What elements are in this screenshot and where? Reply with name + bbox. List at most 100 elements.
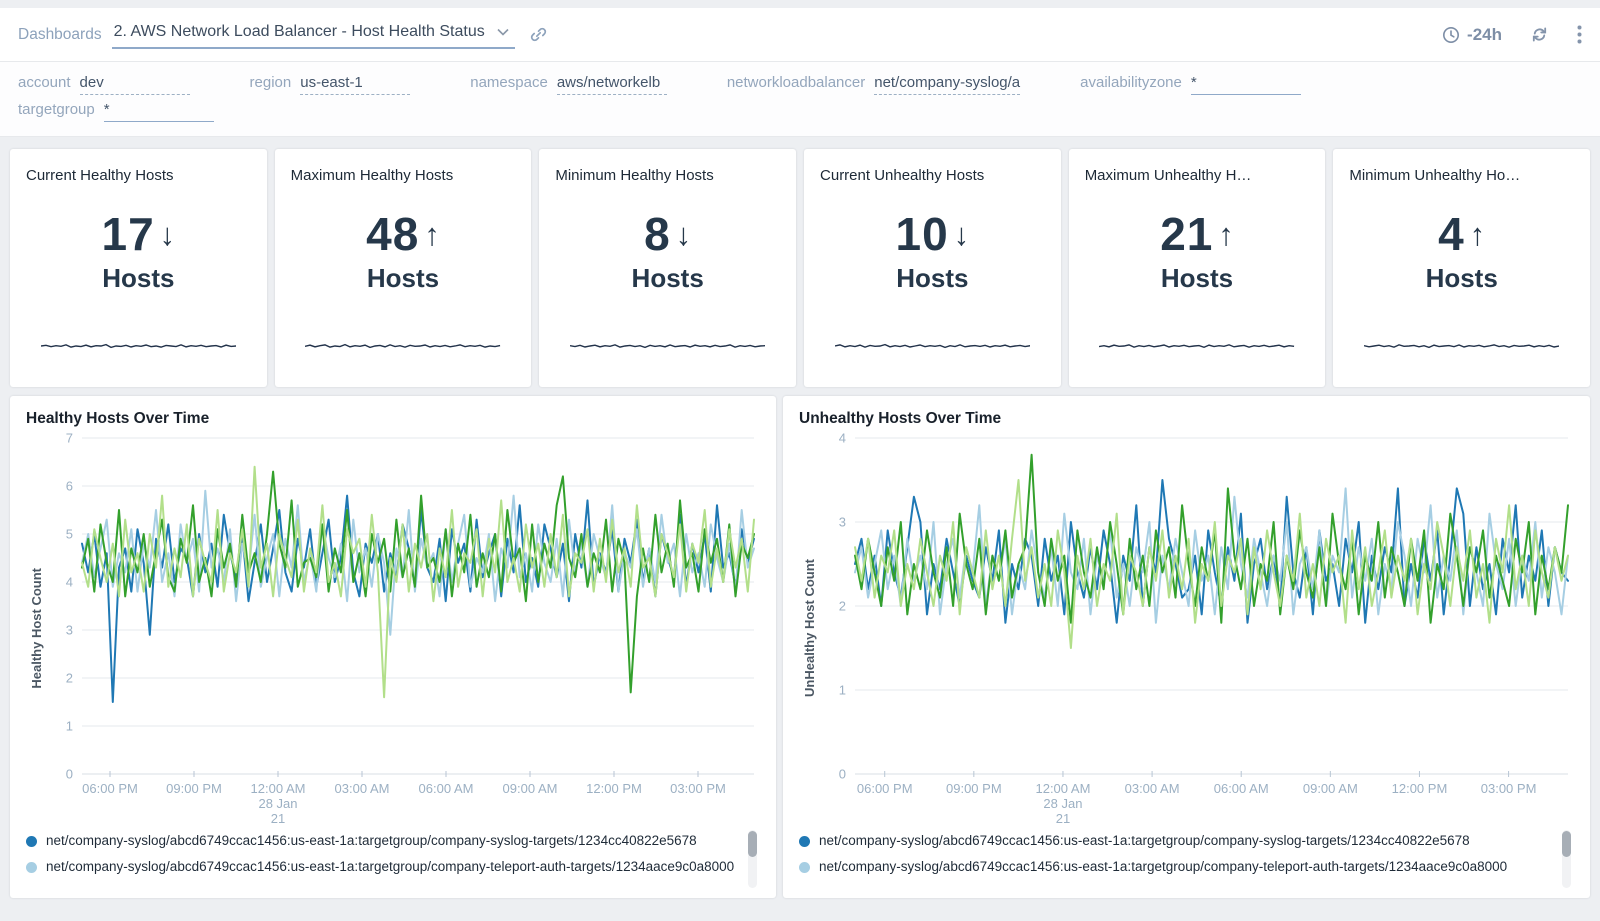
stat-value-block: 8↓ Hosts (539, 207, 796, 294)
legend-item[interactable]: net/company-syslog/abcd6749ccac1456:us-e… (799, 854, 1554, 880)
filter-bar: account dev region us-east-1 namespace a… (0, 62, 1600, 137)
stat-panels-row: Current Healthy Hosts 17↓ Hosts Maximum … (10, 149, 1590, 387)
svg-text:3: 3 (66, 623, 73, 638)
stat-unit: Hosts (10, 263, 267, 294)
stat-unit: Hosts (1069, 263, 1326, 294)
stat-value-block: 48↑ Hosts (275, 207, 532, 294)
stat-value: 10 (896, 208, 949, 260)
chart-legend: net/company-syslog/abcd6749ccac1456:us-e… (799, 828, 1576, 892)
filter-targetgroup[interactable]: targetgroup * (18, 101, 214, 122)
svg-text:03:00 PM: 03:00 PM (670, 781, 726, 796)
trend-up-icon: ↑ (1470, 217, 1486, 252)
svg-text:0: 0 (66, 767, 73, 782)
sparkline (1099, 339, 1294, 353)
filter-region-value[interactable]: us-east-1 (300, 74, 410, 95)
svg-text:4: 4 (839, 431, 846, 446)
legend-item[interactable]: net/company-syslog/abcd6749ccac1456:us-e… (26, 854, 740, 880)
kebab-menu-icon[interactable] (1577, 25, 1582, 44)
legend-dot (799, 836, 810, 847)
legend-item[interactable]: net/company-syslog/abcd6749ccac1456:us-e… (26, 828, 740, 854)
stat-value-block: 17↓ Hosts (10, 207, 267, 294)
legend-scrollbar-thumb[interactable] (748, 831, 757, 857)
trend-down-icon: ↓ (160, 217, 176, 252)
svg-text:06:00 PM: 06:00 PM (82, 781, 138, 796)
sparkline (1364, 339, 1559, 353)
filter-namespace-label: namespace (470, 74, 548, 91)
stat-unit: Hosts (275, 263, 532, 294)
stat-title: Maximum Unhealthy H… (1085, 167, 1310, 184)
filter-availabilityzone[interactable]: availabilityzone * (1080, 74, 1301, 95)
sparkline (835, 339, 1030, 353)
svg-text:09:00 AM: 09:00 AM (1303, 781, 1358, 796)
filter-networkloadbalancer[interactable]: networkloadbalancer net/company-syslog/a (727, 74, 1020, 95)
refresh-icon[interactable] (1530, 25, 1549, 44)
stat-maximum-unhealthy-hosts: Maximum Unhealthy H… 21↑ Hosts (1069, 149, 1326, 387)
legend-scrollbar[interactable] (748, 830, 757, 888)
svg-text:06:00 AM: 06:00 AM (419, 781, 474, 796)
filter-namespace[interactable]: namespace aws/networkelb (470, 74, 667, 95)
stat-value-block: 4↑ Hosts (1333, 207, 1590, 294)
share-link-icon[interactable] (529, 25, 548, 44)
stat-value-block: 21↑ Hosts (1069, 207, 1326, 294)
svg-text:0: 0 (839, 767, 846, 782)
page-title: 2. AWS Network Load Balancer - Host Heal… (114, 23, 485, 41)
legend-scrollbar[interactable] (1562, 830, 1571, 888)
stat-current-healthy-hosts: Current Healthy Hosts 17↓ Hosts (10, 149, 267, 387)
legend-label: net/company-syslog/abcd6749ccac1456:us-e… (46, 854, 734, 880)
sparkline (570, 339, 765, 353)
svg-text:2: 2 (66, 671, 73, 686)
breadcrumb[interactable]: Dashboards (18, 26, 102, 44)
stat-unit: Hosts (539, 263, 796, 294)
svg-text:12:00 AM: 12:00 AM (251, 781, 306, 796)
filter-account[interactable]: account dev (18, 74, 190, 95)
time-range-control[interactable]: -24h (1442, 25, 1502, 45)
chart-title: Healthy Hosts Over Time (26, 410, 762, 428)
svg-text:7: 7 (66, 431, 73, 446)
y-axis-title: UnHealthy Host Count (799, 430, 819, 826)
legend-item[interactable]: net/company-syslog/abcd6749ccac1456:us-e… (799, 828, 1554, 854)
chevron-down-icon (497, 28, 509, 36)
svg-text:4: 4 (66, 575, 73, 590)
time-range-label: -24h (1467, 25, 1502, 45)
chart-body: UnHealthy Host Count 0123406:00 PM09:00 … (799, 430, 1576, 826)
stat-value: 8 (644, 208, 671, 260)
line-chart-unhealthy[interactable]: 0123406:00 PM09:00 PM12:00 AM28 Jan2103:… (819, 430, 1576, 826)
filter-networkloadbalancer-value[interactable]: net/company-syslog/a (874, 74, 1020, 95)
filter-account-value[interactable]: dev (80, 74, 190, 95)
legend-scrollbar-thumb[interactable] (1562, 831, 1571, 857)
trend-up-icon: ↑ (1218, 217, 1234, 252)
svg-text:06:00 AM: 06:00 AM (1214, 781, 1269, 796)
legend-dot (26, 862, 37, 873)
stat-title: Current Unhealthy Hosts (820, 167, 1045, 184)
svg-text:03:00 AM: 03:00 AM (335, 781, 390, 796)
svg-text:6: 6 (66, 479, 73, 494)
stat-value-block: 10↓ Hosts (804, 207, 1061, 294)
svg-text:12:00 PM: 12:00 PM (586, 781, 642, 796)
stat-title: Minimum Healthy Hosts (555, 167, 780, 184)
filter-targetgroup-value[interactable]: * (104, 101, 214, 122)
stat-minimum-healthy-hosts: Minimum Healthy Hosts 8↓ Hosts (539, 149, 796, 387)
stat-value: 21 (1160, 208, 1213, 260)
sparkline (305, 339, 500, 353)
trend-down-icon: ↓ (676, 217, 692, 252)
legend-label: net/company-syslog/abcd6749ccac1456:us-e… (819, 854, 1507, 880)
filter-availabilityzone-label: availabilityzone (1080, 74, 1182, 91)
line-chart-healthy[interactable]: 0123456706:00 PM09:00 PM12:00 AM28 Jan21… (46, 430, 762, 826)
filter-availabilityzone-value[interactable]: * (1191, 74, 1301, 95)
filter-region[interactable]: region us-east-1 (250, 74, 411, 95)
stat-minimum-unhealthy-hosts: Minimum Unhealthy Ho… 4↑ Hosts (1333, 149, 1590, 387)
filter-namespace-value[interactable]: aws/networkelb (557, 74, 667, 95)
legend-dot (799, 862, 810, 873)
panel-unhealthy-hosts-over-time: Unhealthy Hosts Over Time UnHealthy Host… (783, 396, 1590, 898)
svg-text:5: 5 (66, 527, 73, 542)
chart-legend: net/company-syslog/abcd6749ccac1456:us-e… (26, 828, 762, 892)
filter-region-label: region (250, 74, 292, 91)
svg-text:28 Jan: 28 Jan (258, 796, 297, 811)
legend-dot (26, 836, 37, 847)
filter-networkloadbalancer-label: networkloadbalancer (727, 74, 865, 91)
svg-text:12:00 PM: 12:00 PM (1392, 781, 1448, 796)
svg-text:12:00 AM: 12:00 AM (1035, 781, 1090, 796)
dashboard-title-dropdown[interactable]: 2. AWS Network Load Balancer - Host Heal… (112, 20, 515, 49)
stat-title: Maximum Healthy Hosts (291, 167, 516, 184)
stat-unit: Hosts (804, 263, 1061, 294)
